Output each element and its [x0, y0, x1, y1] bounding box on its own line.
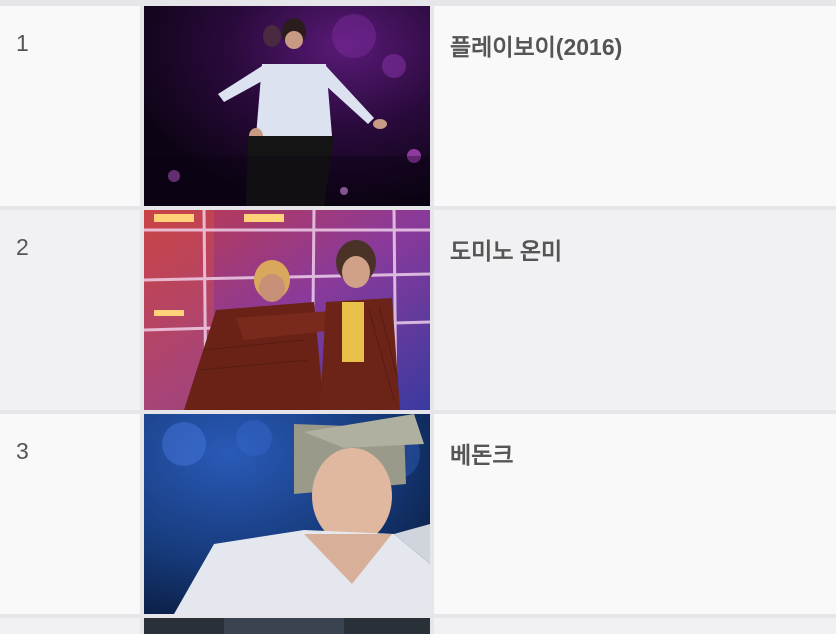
rank-number: 3 — [16, 438, 29, 464]
rank-cell: 2 — [0, 210, 140, 410]
rank-cell: 1 — [0, 6, 140, 206]
rank-number: 2 — [16, 234, 29, 260]
thumbnail-image[interactable] — [144, 210, 430, 410]
song-title[interactable]: 플레이보이(2016) — [450, 28, 622, 62]
song-title[interactable]: 도미노 온미 — [450, 232, 562, 266]
song-title[interactable]: 베돈크 — [450, 436, 513, 470]
table-row[interactable] — [0, 618, 836, 634]
title-cell: 도미노 온미 — [434, 210, 836, 410]
title-cell: 플레이보이(2016) — [434, 6, 836, 206]
table-row[interactable]: 2 도미노 온미 — [0, 210, 836, 410]
rank-cell — [0, 618, 140, 634]
thumbnail-image[interactable] — [144, 618, 430, 634]
thumbnail-image[interactable] — [144, 414, 430, 614]
rank-number: 1 — [16, 30, 29, 56]
ranking-table: 1 플레이보이(2016) 2 도미노 온미 3 베돈크 — [0, 0, 836, 634]
title-cell: 베돈크 — [434, 414, 836, 614]
table-row[interactable]: 3 베돈크 — [0, 414, 836, 614]
thumbnail-image[interactable] — [144, 6, 430, 206]
table-row[interactable]: 1 플레이보이(2016) — [0, 6, 836, 206]
rank-cell: 3 — [0, 414, 140, 614]
title-cell — [434, 618, 836, 634]
